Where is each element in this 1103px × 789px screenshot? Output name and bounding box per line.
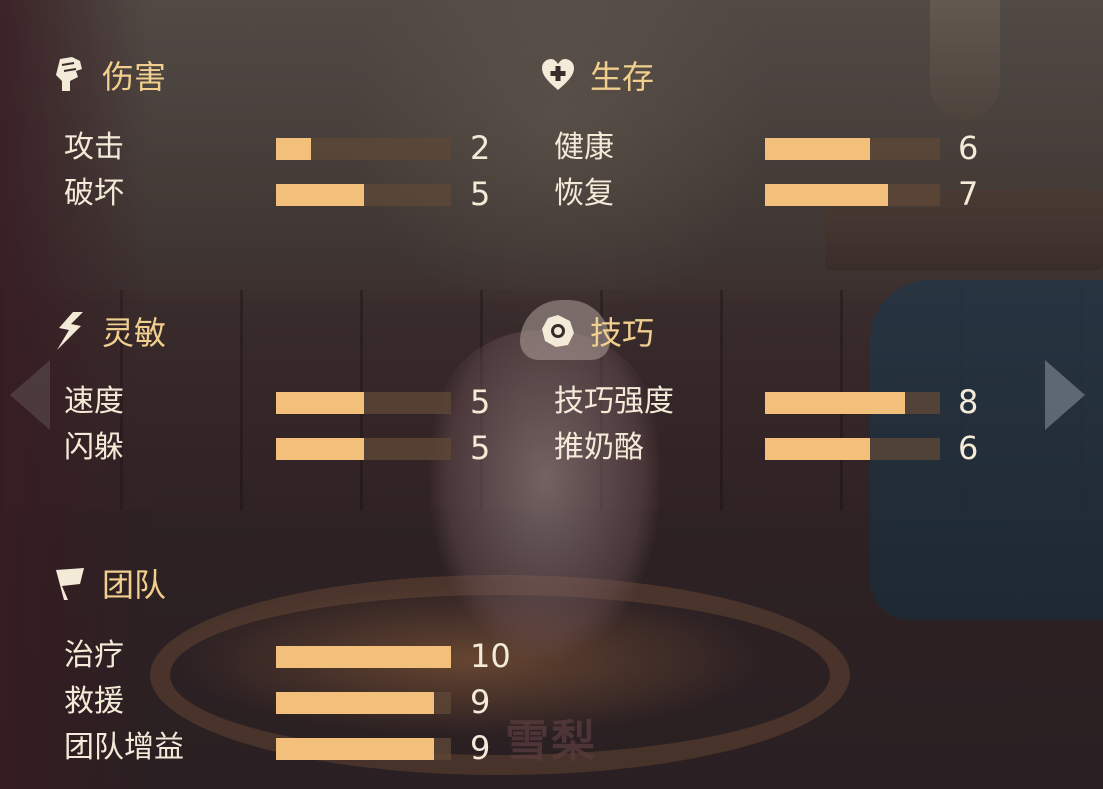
stat-row-push-cheese: 推奶酪 6 — [554, 428, 994, 468]
stat-bar-fill — [276, 392, 364, 414]
stat-row-attack: 攻击 2 — [64, 128, 504, 168]
stat-row-destroy: 破坏 5 — [64, 174, 504, 214]
stat-row-health: 健康 6 — [554, 128, 994, 168]
section-title-team: 团队 — [52, 560, 166, 606]
stat-value: 8 — [958, 383, 979, 421]
heart-plus-icon — [540, 57, 576, 93]
stat-value: 7 — [958, 175, 979, 213]
character-figure — [430, 330, 660, 660]
stat-bar-fill — [765, 184, 888, 206]
stat-bar-fill — [765, 138, 870, 160]
stat-bar-track — [276, 692, 451, 714]
section-title-label: 伤害 — [102, 58, 167, 96]
stat-value: 5 — [470, 429, 491, 467]
stat-bar-track — [765, 184, 940, 206]
stat-value: 10 — [470, 637, 511, 675]
stat-bar-track — [276, 738, 451, 760]
stat-row-recovery: 恢复 7 — [554, 174, 994, 214]
stat-row-dodge: 闪躲 5 — [64, 428, 504, 468]
stat-bar-fill — [765, 392, 905, 414]
stat-value: 6 — [958, 129, 979, 167]
stat-name: 速度 — [64, 384, 124, 419]
section-title-skill: 技巧 — [540, 308, 654, 354]
stat-name: 技巧强度 — [554, 384, 674, 419]
stat-bar-fill — [276, 646, 451, 668]
stat-bar-track — [765, 138, 940, 160]
stat-bar-track — [276, 438, 451, 460]
stat-name: 破坏 — [64, 176, 124, 211]
stat-bar-track — [276, 184, 451, 206]
previous-character-arrow[interactable] — [10, 360, 50, 430]
stat-row-skill-power: 技巧强度 8 — [554, 382, 994, 422]
background-lamp — [930, 0, 1000, 120]
stat-row-speed: 速度 5 — [64, 382, 504, 422]
section-title-label: 灵敏 — [102, 314, 167, 352]
character-name: 雪梨 — [505, 716, 597, 767]
stat-bar-track — [276, 392, 451, 414]
stat-name: 推奶酪 — [554, 430, 644, 465]
stat-bar-fill — [276, 438, 364, 460]
stat-bar-fill — [276, 738, 434, 760]
stat-bar-fill — [765, 438, 870, 460]
gear-icon — [540, 313, 576, 349]
fist-icon — [52, 57, 88, 93]
section-title-label: 生存 — [590, 58, 655, 96]
stat-value: 2 — [470, 129, 491, 167]
stat-bar-track — [765, 392, 940, 414]
stat-row-team-buff: 团队增益 9 — [64, 728, 504, 768]
stat-value: 9 — [470, 683, 491, 721]
stat-bar-fill — [276, 692, 434, 714]
stat-name: 团队增益 — [64, 730, 184, 765]
section-title-label: 团队 — [102, 566, 167, 604]
stat-bar-track — [276, 138, 451, 160]
lightning-icon — [52, 312, 88, 350]
stat-bar-fill — [276, 184, 364, 206]
section-title-survival: 生存 — [540, 52, 654, 98]
section-title-agility: 灵敏 — [52, 308, 166, 354]
stat-name: 恢复 — [554, 176, 614, 211]
stat-value: 9 — [470, 729, 491, 767]
stat-value: 5 — [470, 175, 491, 213]
stat-value: 6 — [958, 429, 979, 467]
stat-name: 健康 — [554, 130, 614, 165]
stat-name: 救援 — [64, 684, 124, 719]
stat-bar-track — [765, 438, 940, 460]
section-title-damage: 伤害 — [52, 52, 166, 98]
stat-row-heal: 治疗 10 — [64, 636, 524, 676]
next-character-arrow[interactable] — [1045, 360, 1085, 430]
flag-icon — [52, 565, 88, 601]
stat-name: 闪躲 — [64, 430, 124, 465]
stat-name: 治疗 — [64, 638, 124, 673]
stat-bar-track — [276, 646, 451, 668]
stat-name: 攻击 — [64, 130, 124, 165]
stat-bar-fill — [276, 138, 311, 160]
stat-row-rescue: 救援 9 — [64, 682, 504, 722]
section-title-label: 技巧 — [590, 314, 655, 352]
stat-value: 5 — [470, 383, 491, 421]
